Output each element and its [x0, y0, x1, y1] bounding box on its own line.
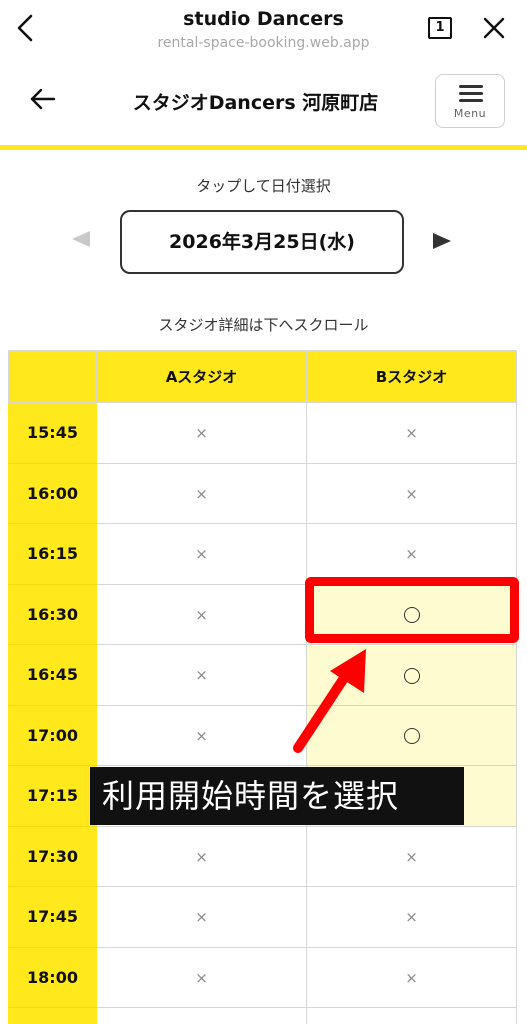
annotation-caption: 利用開始時間を選択 — [90, 767, 464, 825]
time-slot-label: 18:15 — [8, 1007, 97, 1024]
studio-a-slot-cell: × — [96, 644, 307, 706]
app-header: スタジオDancers 河原町店 Menu — [0, 62, 527, 146]
header-divider — [0, 145, 527, 150]
menu-label: Menu — [453, 107, 487, 120]
studio-a-column-header: Aスタジオ — [96, 350, 307, 403]
previous-date-icon[interactable] — [72, 231, 90, 247]
table-row: 15:45 × × — [8, 402, 517, 464]
highlight-box — [305, 577, 519, 643]
unavailable-mark: × — [195, 847, 208, 866]
unavailable-mark: × — [405, 908, 418, 927]
unavailable-mark: × — [405, 968, 418, 987]
screen: studio Dancers rental-space-booking.web.… — [0, 0, 527, 1024]
studio-b-slot-cell: × — [306, 402, 517, 464]
studio-a-slot-cell: × — [96, 704, 307, 766]
time-slot-label: 17:00 — [8, 704, 97, 766]
table-row: 18:00 × × — [8, 946, 517, 1008]
arrow-icon — [293, 649, 366, 753]
available-mark — [403, 667, 420, 684]
time-slot-label: 16:00 — [8, 462, 97, 524]
studio-b-slot-cell: × — [306, 946, 517, 1008]
unavailable-mark: × — [195, 726, 208, 745]
studio-a-slot-cell: × — [96, 523, 307, 585]
time-slot-label: 17:15 — [8, 765, 97, 827]
unavailable-mark: × — [195, 666, 208, 685]
studio-a-slot-cell: × — [96, 402, 307, 464]
time-slot-label: 16:30 — [8, 583, 97, 645]
available-mark — [403, 728, 420, 745]
time-slot-label: 15:45 — [8, 402, 97, 464]
unavailable-mark: × — [405, 545, 418, 564]
studio-a-slot-cell: × — [96, 1007, 307, 1024]
unavailable-mark: × — [195, 424, 208, 443]
studio-b-slot-cell: × — [306, 886, 517, 948]
table-header-row: Aスタジオ Bスタジオ — [8, 350, 517, 403]
unavailable-mark: × — [195, 545, 208, 564]
table-row: 18:15×× — [8, 1007, 517, 1024]
time-column-header — [8, 350, 97, 403]
unavailable-mark: × — [405, 484, 418, 503]
scroll-hint: スタジオ詳細は下へスクロール — [158, 316, 369, 334]
table-row: 17:45 × × — [8, 886, 517, 948]
studio-a-slot-cell: × — [96, 886, 307, 948]
unavailable-mark: × — [195, 484, 208, 503]
time-slot-label: 17:45 — [8, 886, 97, 948]
time-slot-label: 18:00 — [8, 946, 97, 1008]
unavailable-mark: × — [195, 605, 208, 624]
menu-button[interactable]: Menu — [435, 74, 505, 128]
unavailable-mark: × — [195, 968, 208, 987]
table-row: 17:00 × — [8, 704, 517, 766]
unavailable-mark: × — [405, 424, 418, 443]
unavailable-mark: × — [195, 908, 208, 927]
table-row: 16:45 × — [8, 644, 517, 706]
table-row: 17:30 × × — [8, 825, 517, 887]
date-hint: タップして日付選択 — [196, 177, 331, 195]
next-date-icon[interactable] — [433, 233, 451, 249]
studio-a-slot-cell: × — [96, 583, 307, 645]
browser-header: studio Dancers rental-space-booking.web.… — [0, 0, 527, 62]
studio-b-slot-cell: × — [306, 825, 517, 887]
availability-table: Aスタジオ Bスタジオ 15:45 × × 16:00 × × 16:15 × × 16:30 × 1… — [8, 350, 517, 1024]
hamburger-icon — [459, 85, 483, 103]
studio-b-slot-cell: × — [306, 523, 517, 585]
studio-a-slot-cell: × — [96, 462, 307, 524]
studio-a-slot-cell: × — [96, 825, 307, 887]
time-slot-label: 16:15 — [8, 523, 97, 585]
table-row: 16:00 × × — [8, 462, 517, 524]
studio-a-slot-cell: × — [96, 946, 307, 1008]
studio-b-slot-cell: × — [306, 462, 517, 524]
unavailable-mark: × — [405, 847, 418, 866]
date-picker-button[interactable]: 2026年3月25日(水) — [120, 210, 404, 274]
tab-count-button[interactable]: 1 — [428, 17, 452, 39]
table-row: 16:15 × × — [8, 523, 517, 585]
studio-b-slot-cell: × — [306, 1007, 517, 1024]
time-slot-label: 17:30 — [8, 825, 97, 887]
studio-b-column-header: Bスタジオ — [306, 350, 517, 403]
time-slot-label: 16:45 — [8, 644, 97, 706]
close-icon[interactable] — [480, 14, 508, 42]
